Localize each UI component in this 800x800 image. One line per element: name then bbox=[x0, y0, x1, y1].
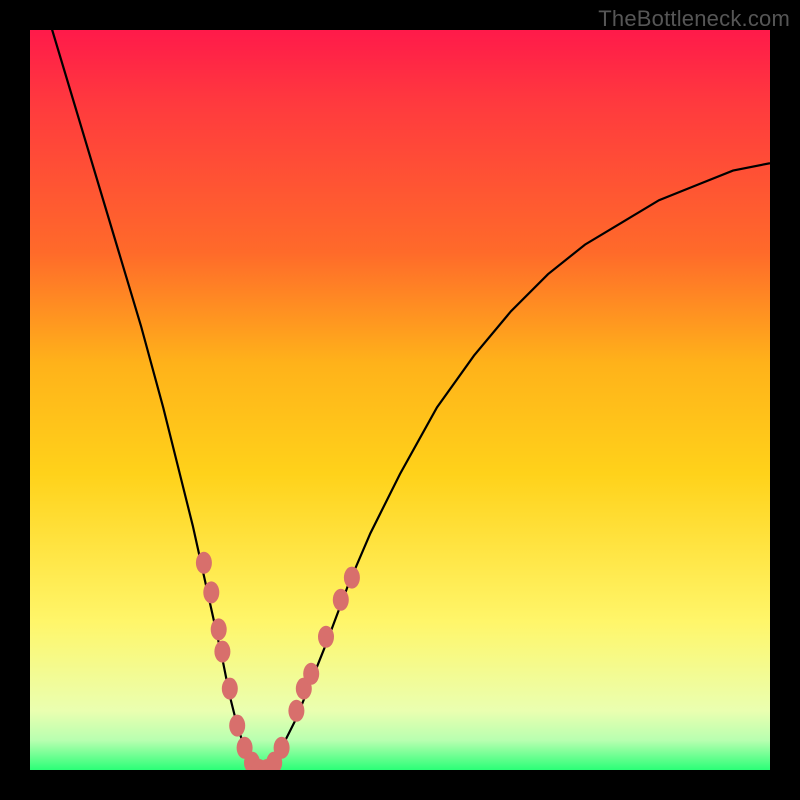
data-marker bbox=[222, 678, 238, 700]
outer-frame: TheBottleneck.com bbox=[0, 0, 800, 800]
data-marker bbox=[288, 700, 304, 722]
data-marker bbox=[333, 589, 349, 611]
data-marker bbox=[344, 567, 360, 589]
data-marker bbox=[211, 618, 227, 640]
data-marker bbox=[229, 715, 245, 737]
data-marker bbox=[196, 552, 212, 574]
data-marker bbox=[214, 641, 230, 663]
data-marker bbox=[274, 737, 290, 759]
data-marker bbox=[303, 663, 319, 685]
data-marker bbox=[203, 581, 219, 603]
bottleneck-curve bbox=[30, 0, 770, 770]
bottleneck-curve-chart bbox=[0, 0, 800, 800]
data-marker bbox=[318, 626, 334, 648]
